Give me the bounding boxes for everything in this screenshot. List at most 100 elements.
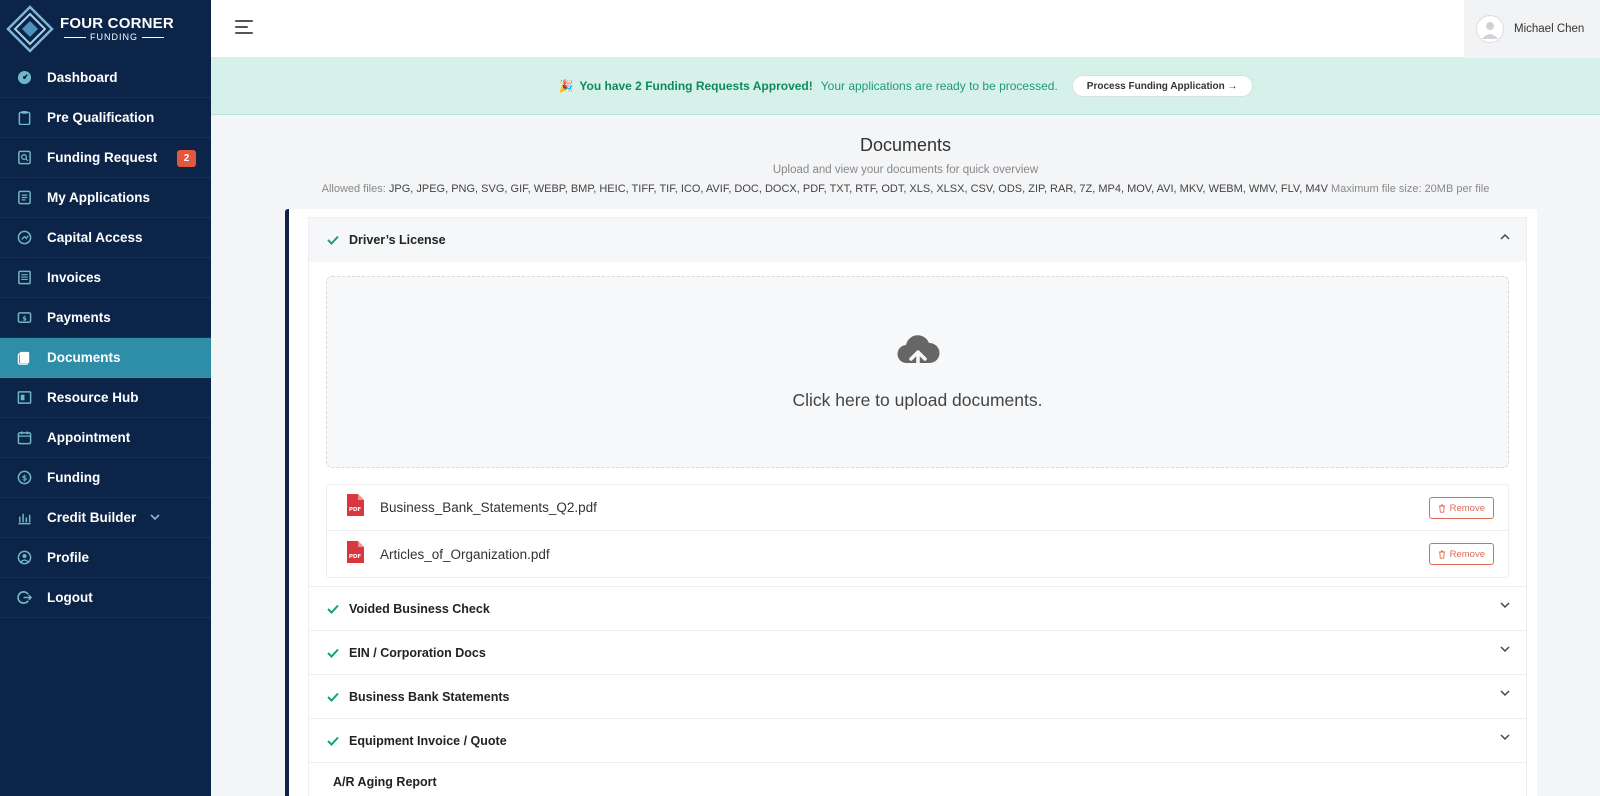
calendar-icon (16, 430, 32, 446)
sidebar-item-label: Documents (47, 350, 121, 365)
allowed-prefix: Allowed files: (321, 183, 386, 195)
accordion-header[interactable]: Driver’s License (309, 218, 1526, 262)
svg-text:PDF: PDF (349, 507, 362, 513)
section-title: EIN / Corporation Docs (349, 646, 486, 660)
uploaded-files-list: PDF Business_Bank_Statements_Q2.pdf Remo… (326, 484, 1509, 578)
accordion-header[interactable]: EIN / Corporation Docs (309, 631, 1526, 675)
sidebar-item-resource-hub[interactable]: Resource Hub (0, 378, 211, 418)
sidebar-item-label: Credit Builder (47, 510, 137, 525)
accordion-header[interactable]: A/R Aging Report (309, 763, 1526, 796)
topbar: Michael Chen (211, 0, 1600, 58)
sidebar-item-label: Appointment (47, 430, 131, 445)
sidebar-item-label: Resource Hub (47, 390, 139, 405)
section-title: Equipment Invoice / Quote (349, 734, 507, 748)
sidebar-item-profile[interactable]: Profile (0, 538, 211, 578)
file-name: Business_Bank_Statements_Q2.pdf (380, 500, 597, 515)
payment-icon: $ (16, 310, 32, 326)
gauge-icon (16, 230, 32, 246)
allowed-files: Allowed files: JPG, JPEG, PNG, SVG, GIF,… (211, 183, 1600, 195)
sidebar-item-funding[interactable]: $ Funding (0, 458, 211, 498)
max-size: Maximum file size: 20MB per file (1331, 183, 1490, 195)
applications-icon (16, 190, 32, 206)
user-menu[interactable]: Michael Chen (1464, 0, 1600, 58)
upload-dropzone[interactable]: Click here to upload documents. (326, 276, 1509, 468)
section-title: Voided Business Check (349, 602, 490, 616)
remove-file-button[interactable]: Remove (1428, 543, 1494, 565)
remove-label: Remove (1449, 548, 1485, 560)
logout-icon (16, 590, 32, 606)
chevron-up-icon[interactable] (1500, 233, 1510, 240)
sidebar-item-pre-qualification[interactable]: Pre Qualification (0, 98, 211, 138)
pdf-file-icon: PDF (345, 540, 365, 569)
sidebar-item-label: Funding Request (47, 150, 158, 165)
dashboard-icon (16, 70, 32, 86)
process-funding-button[interactable]: Process Funding Application → (1071, 75, 1253, 97)
sidebar-item-credit-builder[interactable]: Credit Builder (0, 498, 211, 538)
section-ar-aging-report: A/R Aging Report (308, 762, 1527, 796)
documents-header: Documents Upload and view your documents… (211, 115, 1600, 195)
sidebar-item-funding-request[interactable]: Funding Request 2 (0, 138, 211, 178)
brand-logo[interactable]: FOUR CORNER FUNDING (0, 0, 211, 58)
check-icon (327, 692, 339, 702)
resource-icon (16, 390, 32, 406)
hamburger-menu-icon[interactable] (235, 20, 253, 36)
section-equipment-invoice-quote: Equipment Invoice / Quote (308, 718, 1527, 763)
invoice-icon (16, 270, 32, 286)
svg-text:PDF: PDF (349, 554, 362, 560)
sidebar-item-logout[interactable]: Logout (0, 578, 211, 618)
file-item: PDF Articles_of_Organization.pdf Remove (327, 531, 1508, 577)
banner-headline: You have 2 Funding Requests Approved! (579, 79, 813, 93)
allowed-types: JPG, JPEG, PNG, SVG, GIF, WEBP, BMP, HEI… (388, 183, 1328, 195)
section-title: A/R Aging Report (333, 775, 437, 789)
sidebar-item-label: Capital Access (47, 230, 143, 245)
upload-prompt: Click here to upload documents. (792, 390, 1043, 410)
file-name: Articles_of_Organization.pdf (380, 546, 550, 562)
page-title: Documents (859, 135, 952, 155)
remove-file-button[interactable]: Remove (1428, 497, 1494, 519)
chevron-down-icon[interactable] (1500, 734, 1510, 741)
check-icon (327, 604, 339, 614)
page-subtitle: Upload and view your documents for quick… (772, 164, 1039, 176)
section-ein-corporation-docs: EIN / Corporation Docs (308, 630, 1527, 675)
documents-panel: Driver’s License Click here to upload do… (285, 209, 1537, 796)
sidebar-item-label: Logout (47, 590, 93, 605)
avatar (1476, 15, 1504, 43)
check-icon (327, 235, 339, 245)
sidebar-item-label: My Applications (47, 190, 151, 205)
section-voided-business-check: Voided Business Check (308, 586, 1527, 631)
sidebar-item-label: Invoices (47, 270, 102, 285)
documents-icon (16, 350, 32, 366)
section-title: Driver’s License (349, 233, 446, 247)
brand-subtitle: FUNDING (90, 32, 138, 42)
request-icon (16, 150, 32, 166)
trash-icon (1438, 504, 1445, 513)
sidebar-item-invoices[interactable]: Invoices (0, 258, 211, 298)
sidebar-item-my-applications[interactable]: My Applications (0, 178, 211, 218)
check-icon (327, 648, 339, 658)
accordion-header[interactable]: Business Bank Statements (309, 675, 1526, 719)
chevron-down-icon[interactable] (1500, 690, 1510, 697)
brand-title: FOUR CORNER (60, 15, 174, 32)
chevron-down-icon[interactable] (150, 514, 160, 521)
logo-diamond-icon (6, 5, 54, 53)
sidebar-item-capital-access[interactable]: Capital Access (0, 218, 211, 258)
sidebar-item-dashboard[interactable]: Dashboard (0, 58, 211, 98)
sidebar-item-documents[interactable]: Documents (0, 338, 211, 378)
chevron-down-icon[interactable] (1500, 646, 1510, 653)
chevron-down-icon[interactable] (1500, 602, 1510, 609)
remove-label: Remove (1449, 502, 1485, 514)
trash-icon (1438, 550, 1445, 559)
banner-text: Your applications are ready to be proces… (820, 79, 1058, 93)
sidebar-item-payments[interactable]: $ Payments (0, 298, 211, 338)
dollar-icon: $ (16, 470, 32, 486)
section-business-bank-statements: Business Bank Statements (308, 674, 1527, 719)
accordion-header[interactable]: Equipment Invoice / Quote (309, 719, 1526, 763)
accordion-header[interactable]: Voided Business Check (309, 587, 1526, 631)
svg-text:$: $ (21, 474, 27, 483)
profile-icon (16, 550, 32, 566)
sidebar-item-label: Funding (47, 470, 101, 485)
sidebar-item-appointment[interactable]: Appointment (0, 418, 211, 458)
check-icon (327, 736, 339, 746)
party-popper-icon: 🎉 (558, 79, 574, 93)
sidebar-nav: Dashboard Pre Qualification Funding Requ… (0, 58, 211, 618)
